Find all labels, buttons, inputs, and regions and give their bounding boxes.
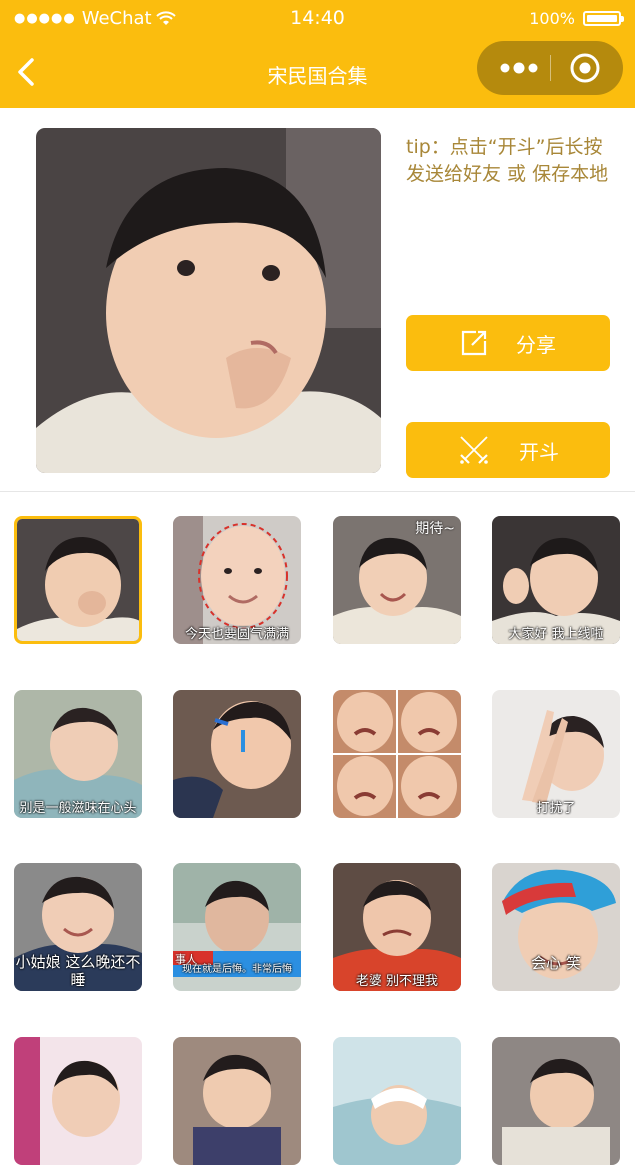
capsule-divider <box>550 55 551 81</box>
sticker-caption: 大家好 我上线啦 <box>508 627 604 642</box>
battery-icon <box>583 11 624 26</box>
nav-bar: 宋民国合集 <box>0 38 635 108</box>
sticker-item[interactable]: 事人 现在就是后悔。非常后悔 <box>173 863 301 991</box>
divider <box>0 491 635 492</box>
sticker-image-icon <box>14 1037 142 1165</box>
sticker-item[interactable] <box>173 1037 301 1165</box>
sticker-item[interactable]: 小姑娘 这么晚还不睡 <box>14 863 142 991</box>
share-button[interactable]: 分享 <box>406 315 610 371</box>
sticker-caption: 小姑娘 这么晚还不睡 <box>15 953 141 989</box>
sticker-image-icon <box>17 519 139 641</box>
sticker-item[interactable]: 会心 笑 <box>492 863 620 991</box>
sticker-item[interactable]: 老婆 别不理我 <box>333 863 461 991</box>
sticker-item[interactable] <box>14 516 142 644</box>
sticker-caption: 老婆 别不理我 <box>355 974 439 989</box>
sticker-caption: 会心 笑 <box>531 954 581 972</box>
sticker-item[interactable] <box>492 1037 620 1165</box>
sticker-item[interactable] <box>14 1037 142 1165</box>
crossed-swords-icon <box>460 436 488 464</box>
sticker-caption: 别是一般滋味在心头 <box>19 801 137 816</box>
sticker-image-icon <box>173 690 301 818</box>
sticker-item[interactable] <box>333 690 461 818</box>
sticker-image-icon <box>333 1037 461 1165</box>
fight-button[interactable]: 开斗 <box>406 422 610 478</box>
sticker-image-icon <box>333 690 461 818</box>
baby-photo-icon <box>36 128 381 473</box>
share-icon <box>461 330 487 356</box>
selected-sticker-preview <box>36 128 381 473</box>
sticker-item[interactable]: 期待~ <box>333 516 461 644</box>
sticker-image-icon <box>173 1037 301 1165</box>
sticker-item[interactable] <box>333 1037 461 1165</box>
sticker-item[interactable] <box>173 690 301 818</box>
sticker-caption: 现在就是后悔。非常后悔 <box>182 964 292 975</box>
mini-program-capsule <box>477 41 623 95</box>
battery-status: 100% <box>529 9 624 28</box>
battery-percent: 100% <box>529 9 575 28</box>
sticker-item[interactable]: 今天也要圆气满满 <box>173 516 301 644</box>
sticker-caption: 打扰了 <box>536 801 576 816</box>
sticker-caption: 今天也要圆气满满 <box>184 627 289 642</box>
sticker-item[interactable]: 大家好 我上线啦 <box>492 516 620 644</box>
tip-text: tip：点击“开斗”后长按发送给好友 或 保存本地 <box>406 136 609 185</box>
sticker-image-icon <box>492 1037 620 1165</box>
sticker-item[interactable]: 打扰了 <box>492 690 620 818</box>
sticker-top-text: 期待~ <box>415 521 455 537</box>
share-label: 分享 <box>516 332 556 357</box>
fight-label: 开斗 <box>519 439 559 464</box>
sticker-item[interactable]: 别是一般滋味在心头 <box>14 690 142 818</box>
status-bar: ●●●●● WeChat 14:40 100% <box>0 0 635 38</box>
close-target-icon[interactable] <box>567 50 603 86</box>
more-icon[interactable] <box>495 41 543 95</box>
